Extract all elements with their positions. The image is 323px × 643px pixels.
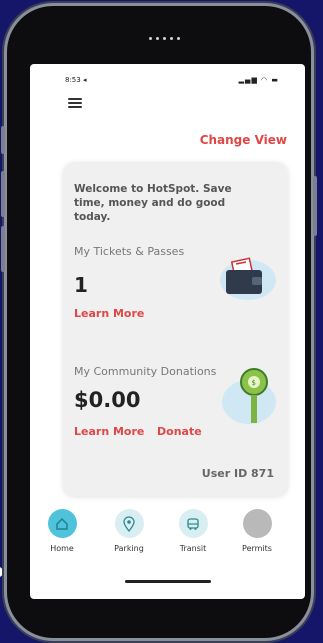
welcome-message: Welcome to HotSpot. Save time, money and… bbox=[74, 183, 232, 223]
tab-parking[interactable]: Parking bbox=[99, 509, 159, 553]
tab-home-label: Home bbox=[50, 544, 74, 553]
svg-text:$: $ bbox=[252, 379, 256, 387]
bus-icon bbox=[178, 509, 208, 538]
bottom-tab-bar: Home Parking Transit Permits bbox=[30, 509, 305, 569]
tab-transit[interactable]: Transit bbox=[163, 509, 223, 553]
home-indicator[interactable] bbox=[125, 580, 211, 583]
speaker-grille bbox=[134, 34, 194, 42]
home-icon bbox=[47, 509, 77, 538]
volume-up-button bbox=[1, 171, 5, 217]
pointer-arrow bbox=[0, 567, 6, 577]
tab-permits-label: Permits bbox=[242, 544, 272, 553]
tab-home[interactable]: Home bbox=[32, 509, 92, 553]
user-id: User ID 871 bbox=[201, 467, 274, 480]
donations-learn-more-link[interactable]: Learn More bbox=[74, 425, 144, 438]
hamburger-icon[interactable] bbox=[68, 98, 82, 108]
status-time: 8:53 ◂ bbox=[65, 76, 87, 84]
donations-title: My Community Donations bbox=[74, 365, 217, 378]
parking-meter-icon: $ bbox=[222, 368, 276, 424]
mute-switch bbox=[1, 126, 5, 154]
tab-permits[interactable]: Permits bbox=[227, 509, 287, 553]
permit-icon bbox=[242, 509, 272, 538]
ticket-wallet-icon bbox=[220, 257, 276, 300]
app-screen: 8:53 ◂ ▂▄▆ ◠ ▬ Change View Welcome to Ho… bbox=[30, 64, 305, 599]
donations-amount: $0.00 bbox=[74, 388, 141, 412]
tab-transit-label: Transit bbox=[179, 544, 207, 553]
tab-parking-label: Parking bbox=[114, 544, 144, 553]
donate-link[interactable]: Donate bbox=[157, 425, 202, 438]
status-indicators: ▂▄▆ ◠ ▬ bbox=[238, 76, 279, 84]
parking-pin-icon bbox=[114, 509, 144, 538]
volume-down-button bbox=[1, 226, 5, 272]
tickets-count: 1 bbox=[74, 273, 88, 297]
tickets-learn-more-link[interactable]: Learn More bbox=[74, 307, 144, 320]
tickets-title: My Tickets & Passes bbox=[74, 245, 185, 258]
power-button bbox=[313, 176, 317, 236]
change-view-link[interactable]: Change View bbox=[200, 133, 287, 147]
summary-card: Welcome to HotSpot. Save time, money and… bbox=[63, 162, 288, 496]
phone-frame: 8:53 ◂ ▂▄▆ ◠ ▬ Change View Welcome to Ho… bbox=[1, 6, 317, 638]
status-bar: 8:53 ◂ ▂▄▆ ◠ ▬ bbox=[30, 76, 305, 88]
